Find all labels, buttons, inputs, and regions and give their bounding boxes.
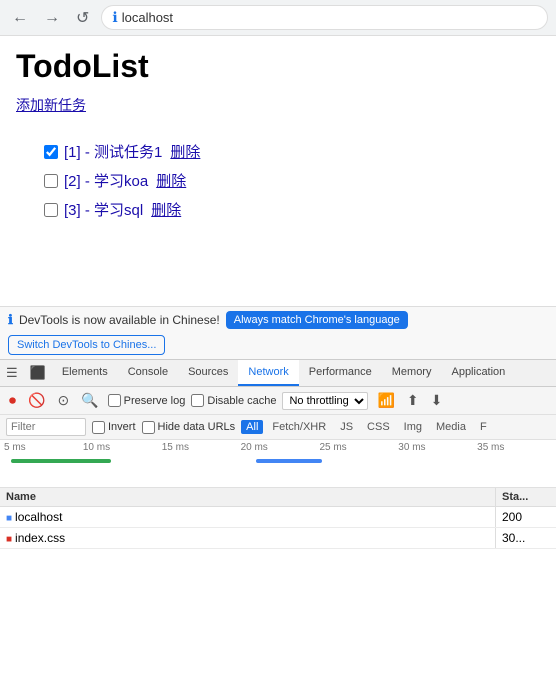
disable-cache-checkbox[interactable]: Disable cache [191,394,276,407]
browser-bar: ← → ↺ ℹ localhost [0,0,556,36]
list-item: [3] - 学习sql 删除 [44,199,540,220]
filter-tab-media[interactable]: Media [431,420,471,434]
timeline-label-10ms: 10 ms [83,442,162,453]
notify-text: DevTools is now available in Chinese! [19,313,220,327]
match-language-button[interactable]: Always match Chrome's language [226,311,408,329]
record-button[interactable]: ⏺ [6,390,19,411]
timeline-labels: 5 ms 10 ms 15 ms 20 ms 25 ms 30 ms 35 ms [0,440,556,453]
timeline-label-25ms: 25 ms [319,442,398,453]
tab-application[interactable]: Application [441,360,515,386]
notify-info-icon: ℹ [8,312,13,328]
table-row[interactable]: ■localhost 200 [0,507,556,528]
devtools-toolbar: ⏺ 🚫 ⊙ 🔍 Preserve log Disable cache No th… [0,387,556,415]
hide-data-urls-checkbox[interactable]: Hide data URLs [142,421,236,434]
tab-performance[interactable]: Performance [299,360,382,386]
request-status-css: 30... [496,528,556,548]
page-title: TodoList [16,48,540,85]
timeline-label-35ms: 35 ms [477,442,556,453]
task-checkbox-1[interactable] [44,145,58,159]
forward-button[interactable]: → [40,7,64,29]
address-bar[interactable]: ℹ localhost [101,5,548,30]
download-icon-button[interactable]: ⬇ [428,390,446,411]
url-text: localhost [122,10,173,25]
timeline-label-15ms: 15 ms [162,442,241,453]
request-name-localhost: ■localhost [0,507,496,527]
wifi-icon-button[interactable]: 📶 [374,390,397,411]
delete-link-2[interactable]: 删除 [156,170,186,191]
devtools-notification-bar: ℹ DevTools is now available in Chinese! … [0,306,556,359]
col-header-status: Sta... [496,488,556,506]
list-item: [1] - 测试任务1 删除 [44,141,540,162]
security-icon: ℹ [112,9,117,26]
filter-icon-button[interactable]: ⊙ [54,390,72,411]
request-name-css: ■index.css [0,528,496,548]
devtools-panel: ☰ ⬛ Elements Console Sources Network Per… [0,359,556,699]
task-text-3: [3] - 学习sql [64,199,143,220]
request-icon-localhost: ■ [6,513,12,524]
table-row[interactable]: ■index.css 30... [0,528,556,549]
throttle-select[interactable]: No throttling [282,392,368,410]
invert-checkbox[interactable]: Invert [92,421,136,434]
task-checkbox-3[interactable] [44,203,58,217]
timeline-bar-localhost [11,459,111,463]
timeline-label-30ms: 30 ms [398,442,477,453]
tab-elements[interactable]: Elements [52,360,118,386]
filter-tab-img[interactable]: Img [399,420,427,434]
preserve-log-checkbox[interactable]: Preserve log [108,394,186,407]
task-text-1: [1] - 测试任务1 [64,141,162,162]
timeline-label-20ms: 20 ms [241,442,320,453]
table-header: Name Sta... [0,488,556,507]
devtools-tabs: ☰ ⬛ Elements Console Sources Network Per… [0,360,556,387]
todo-list: [1] - 测试任务1 删除 [2] - 学习koa 删除 [3] - 学习sq… [16,141,540,220]
back-button[interactable]: ← [8,7,32,29]
search-icon-button[interactable]: 🔍 [78,390,101,411]
filter-tab-js[interactable]: JS [335,420,358,434]
delete-link-1[interactable]: 删除 [170,141,200,162]
reload-button[interactable]: ↺ [72,6,93,30]
list-item: [2] - 学习koa 删除 [44,170,540,191]
task-text-2: [2] - 学习koa [64,170,148,191]
filter-type-tabs: All Fetch/XHR JS CSS Img Media F [241,420,492,434]
tab-console[interactable]: Console [118,360,178,386]
tab-network[interactable]: Network [238,360,298,386]
filter-tab-f[interactable]: F [475,420,492,434]
devtools-inspect-icon[interactable]: ⬛ [24,360,52,386]
filter-tab-fetch-xhr[interactable]: Fetch/XHR [267,420,331,434]
tab-sources[interactable]: Sources [178,360,238,386]
col-header-name: Name [0,488,496,506]
requests-table: Name Sta... ■localhost 200 ■index.css 30… [0,488,556,699]
add-task-link[interactable]: 添加新任务 [16,95,86,115]
tab-memory[interactable]: Memory [382,360,442,386]
switch-devtools-button[interactable]: Switch DevTools to Chines... [8,335,165,355]
request-status-localhost: 200 [496,507,556,527]
filter-row: Invert Hide data URLs All Fetch/XHR JS C… [0,415,556,440]
task-checkbox-2[interactable] [44,174,58,188]
filter-tab-all[interactable]: All [241,420,263,434]
timeline-area: 5 ms 10 ms 15 ms 20 ms 25 ms 30 ms 35 ms [0,440,556,488]
page-content: TodoList 添加新任务 [1] - 测试任务1 删除 [2] - 学习ko… [0,36,556,306]
timeline-bar-area [0,453,556,487]
request-icon-css: ■ [6,534,12,545]
timeline-label-5ms: 5 ms [4,442,83,453]
clear-button[interactable]: 🚫 [25,390,48,411]
devtools-menu-icon[interactable]: ☰ [0,360,24,386]
filter-input[interactable] [6,418,86,436]
upload-icon-button[interactable]: ⬆ [404,390,422,411]
delete-link-3[interactable]: 删除 [151,199,181,220]
timeline-bar-css [256,459,323,463]
filter-tab-css[interactable]: CSS [362,420,395,434]
